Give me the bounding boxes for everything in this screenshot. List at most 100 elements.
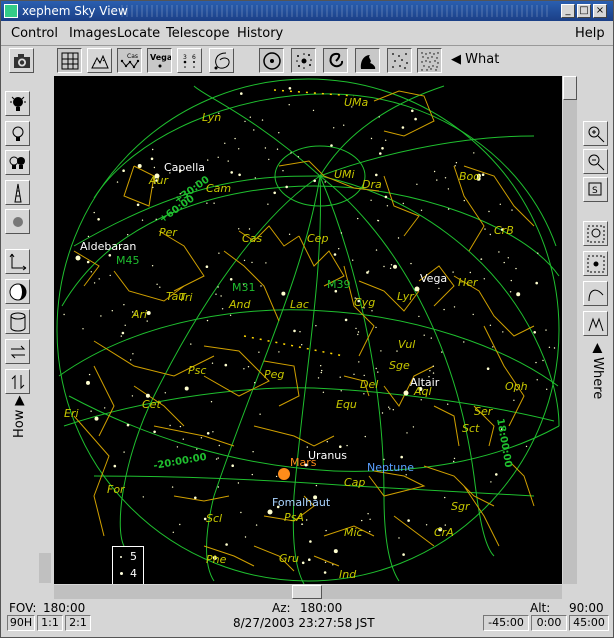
star xyxy=(206,319,209,322)
where-label[interactable]: ◀ Where xyxy=(590,343,605,399)
star xyxy=(385,139,387,141)
lamp-compare-icon[interactable] xyxy=(5,150,30,175)
menu-help[interactable]: Help xyxy=(575,26,605,42)
faint-stars-icon[interactable] xyxy=(387,48,412,73)
galaxy-icon[interactable] xyxy=(323,48,348,73)
swap-vertical-icon[interactable] xyxy=(5,369,30,394)
alt-max-button[interactable]: 45:00 xyxy=(569,615,609,631)
vertical-scrollbar[interactable] xyxy=(563,76,577,584)
constellation-label-mic: Mic xyxy=(344,526,363,539)
star xyxy=(88,373,91,376)
planet-uranus[interactable] xyxy=(304,463,308,467)
star xyxy=(151,265,154,267)
zoom-in-icon[interactable] xyxy=(583,121,608,146)
planet-mars[interactable] xyxy=(278,468,290,480)
menu-locate[interactable]: Locate xyxy=(117,26,160,42)
horizontal-scrollbar[interactable] xyxy=(54,585,562,599)
dot-icon[interactable] xyxy=(5,209,30,234)
bright-lamp-icon[interactable] xyxy=(5,91,30,116)
star xyxy=(420,399,422,401)
alt-min-button[interactable]: -45:00 xyxy=(483,615,529,631)
menu-images[interactable]: Images xyxy=(69,26,117,42)
menu-control[interactable]: Control xyxy=(11,26,58,42)
star xyxy=(444,177,447,179)
left-scrollbar[interactable] xyxy=(39,553,51,583)
star xyxy=(423,334,425,336)
app-icon[interactable] xyxy=(4,4,18,18)
sky-chart[interactable]: UMaLynUMiDraCamBooAurPer Cas CepCrBTauHerT… xyxy=(54,76,562,584)
menu-telescope[interactable]: Telescope xyxy=(166,26,229,42)
star xyxy=(146,311,151,315)
star xyxy=(397,237,400,239)
star xyxy=(90,410,92,412)
star xyxy=(401,126,405,129)
vertical-scroll-thumb[interactable] xyxy=(563,76,577,100)
what-label[interactable]: ◀ What xyxy=(451,52,499,67)
title-bar[interactable]: xephem Sky View _ □ × xyxy=(1,1,613,21)
star xyxy=(234,137,236,140)
star xyxy=(108,254,112,257)
star xyxy=(238,148,240,150)
star xyxy=(82,328,84,330)
nebula-icon[interactable] xyxy=(355,48,380,73)
axes-icon[interactable] xyxy=(5,249,30,274)
double-stars-icon[interactable] xyxy=(417,48,442,73)
fov-label: FOV: xyxy=(9,601,37,615)
outline-icon[interactable] xyxy=(583,281,608,306)
star xyxy=(375,173,378,177)
svg-text:Vega: Vega xyxy=(150,53,171,62)
zoom-out-icon[interactable] xyxy=(583,149,608,174)
close-icon[interactable]: × xyxy=(593,4,607,18)
star xyxy=(469,271,471,274)
swap-horizontal-icon[interactable] xyxy=(5,339,30,364)
cylinder-icon[interactable] xyxy=(5,309,30,334)
constellation-label-vul: Vul xyxy=(398,338,415,351)
star xyxy=(288,104,290,106)
dim-lamp-icon[interactable] xyxy=(5,121,30,146)
star xyxy=(407,519,410,522)
pan-icon[interactable] xyxy=(583,251,608,276)
star xyxy=(237,482,240,484)
constellation-label-for: For xyxy=(107,483,126,496)
star xyxy=(122,169,125,172)
grid-icon[interactable] xyxy=(57,48,82,73)
save-field-icon[interactable]: S xyxy=(583,177,608,202)
moon-phase-icon[interactable] xyxy=(5,279,30,304)
print-icon[interactable] xyxy=(9,48,34,73)
star xyxy=(251,473,253,476)
solar-system-icon[interactable] xyxy=(291,48,316,73)
star xyxy=(218,252,220,254)
alt-zero-button[interactable]: 0:00 xyxy=(531,615,567,631)
horizon-icon[interactable] xyxy=(87,48,112,73)
star-names-icon[interactable]: 36 xyxy=(177,48,202,73)
altitude-icon[interactable] xyxy=(583,311,608,336)
zoom-2-1-button[interactable]: 2:1 xyxy=(65,615,91,631)
star xyxy=(386,205,389,207)
menu-history[interactable]: History xyxy=(237,26,283,42)
fov-90h-button[interactable]: 90H xyxy=(7,615,35,631)
star xyxy=(393,264,397,269)
star xyxy=(126,423,130,427)
horizontal-scroll-thumb[interactable] xyxy=(292,585,322,599)
zoom-box-icon[interactable] xyxy=(583,221,608,246)
star xyxy=(499,203,501,205)
constellation-label-tri: Tri xyxy=(179,291,192,304)
svg-text:Cas: Cas xyxy=(127,53,138,60)
minimize-icon[interactable]: _ xyxy=(561,4,575,18)
constellation-figures-icon[interactable]: Cas xyxy=(117,48,142,73)
sky-map[interactable]: UMa Lyn UMi Dra Cam Boo Aur Per Cas Cep CrB Tau Her T… xyxy=(54,76,562,584)
star xyxy=(156,283,158,285)
zoom-1-1-button[interactable]: 1:1 xyxy=(37,615,63,631)
eyepiece-icon[interactable] xyxy=(259,48,284,73)
planet-label-mars: Mars xyxy=(290,456,317,469)
constellation-names-icon[interactable]: Vega xyxy=(147,48,172,73)
star xyxy=(418,315,420,318)
how-label[interactable]: How ▶ xyxy=(12,395,27,438)
tower-icon[interactable] xyxy=(5,180,30,205)
star xyxy=(315,325,317,327)
constellation-label-phe: Phe xyxy=(206,553,227,566)
maximize-icon[interactable]: □ xyxy=(577,4,591,18)
star xyxy=(251,261,253,264)
milky-way-icon[interactable] xyxy=(209,48,234,73)
star xyxy=(213,202,215,204)
